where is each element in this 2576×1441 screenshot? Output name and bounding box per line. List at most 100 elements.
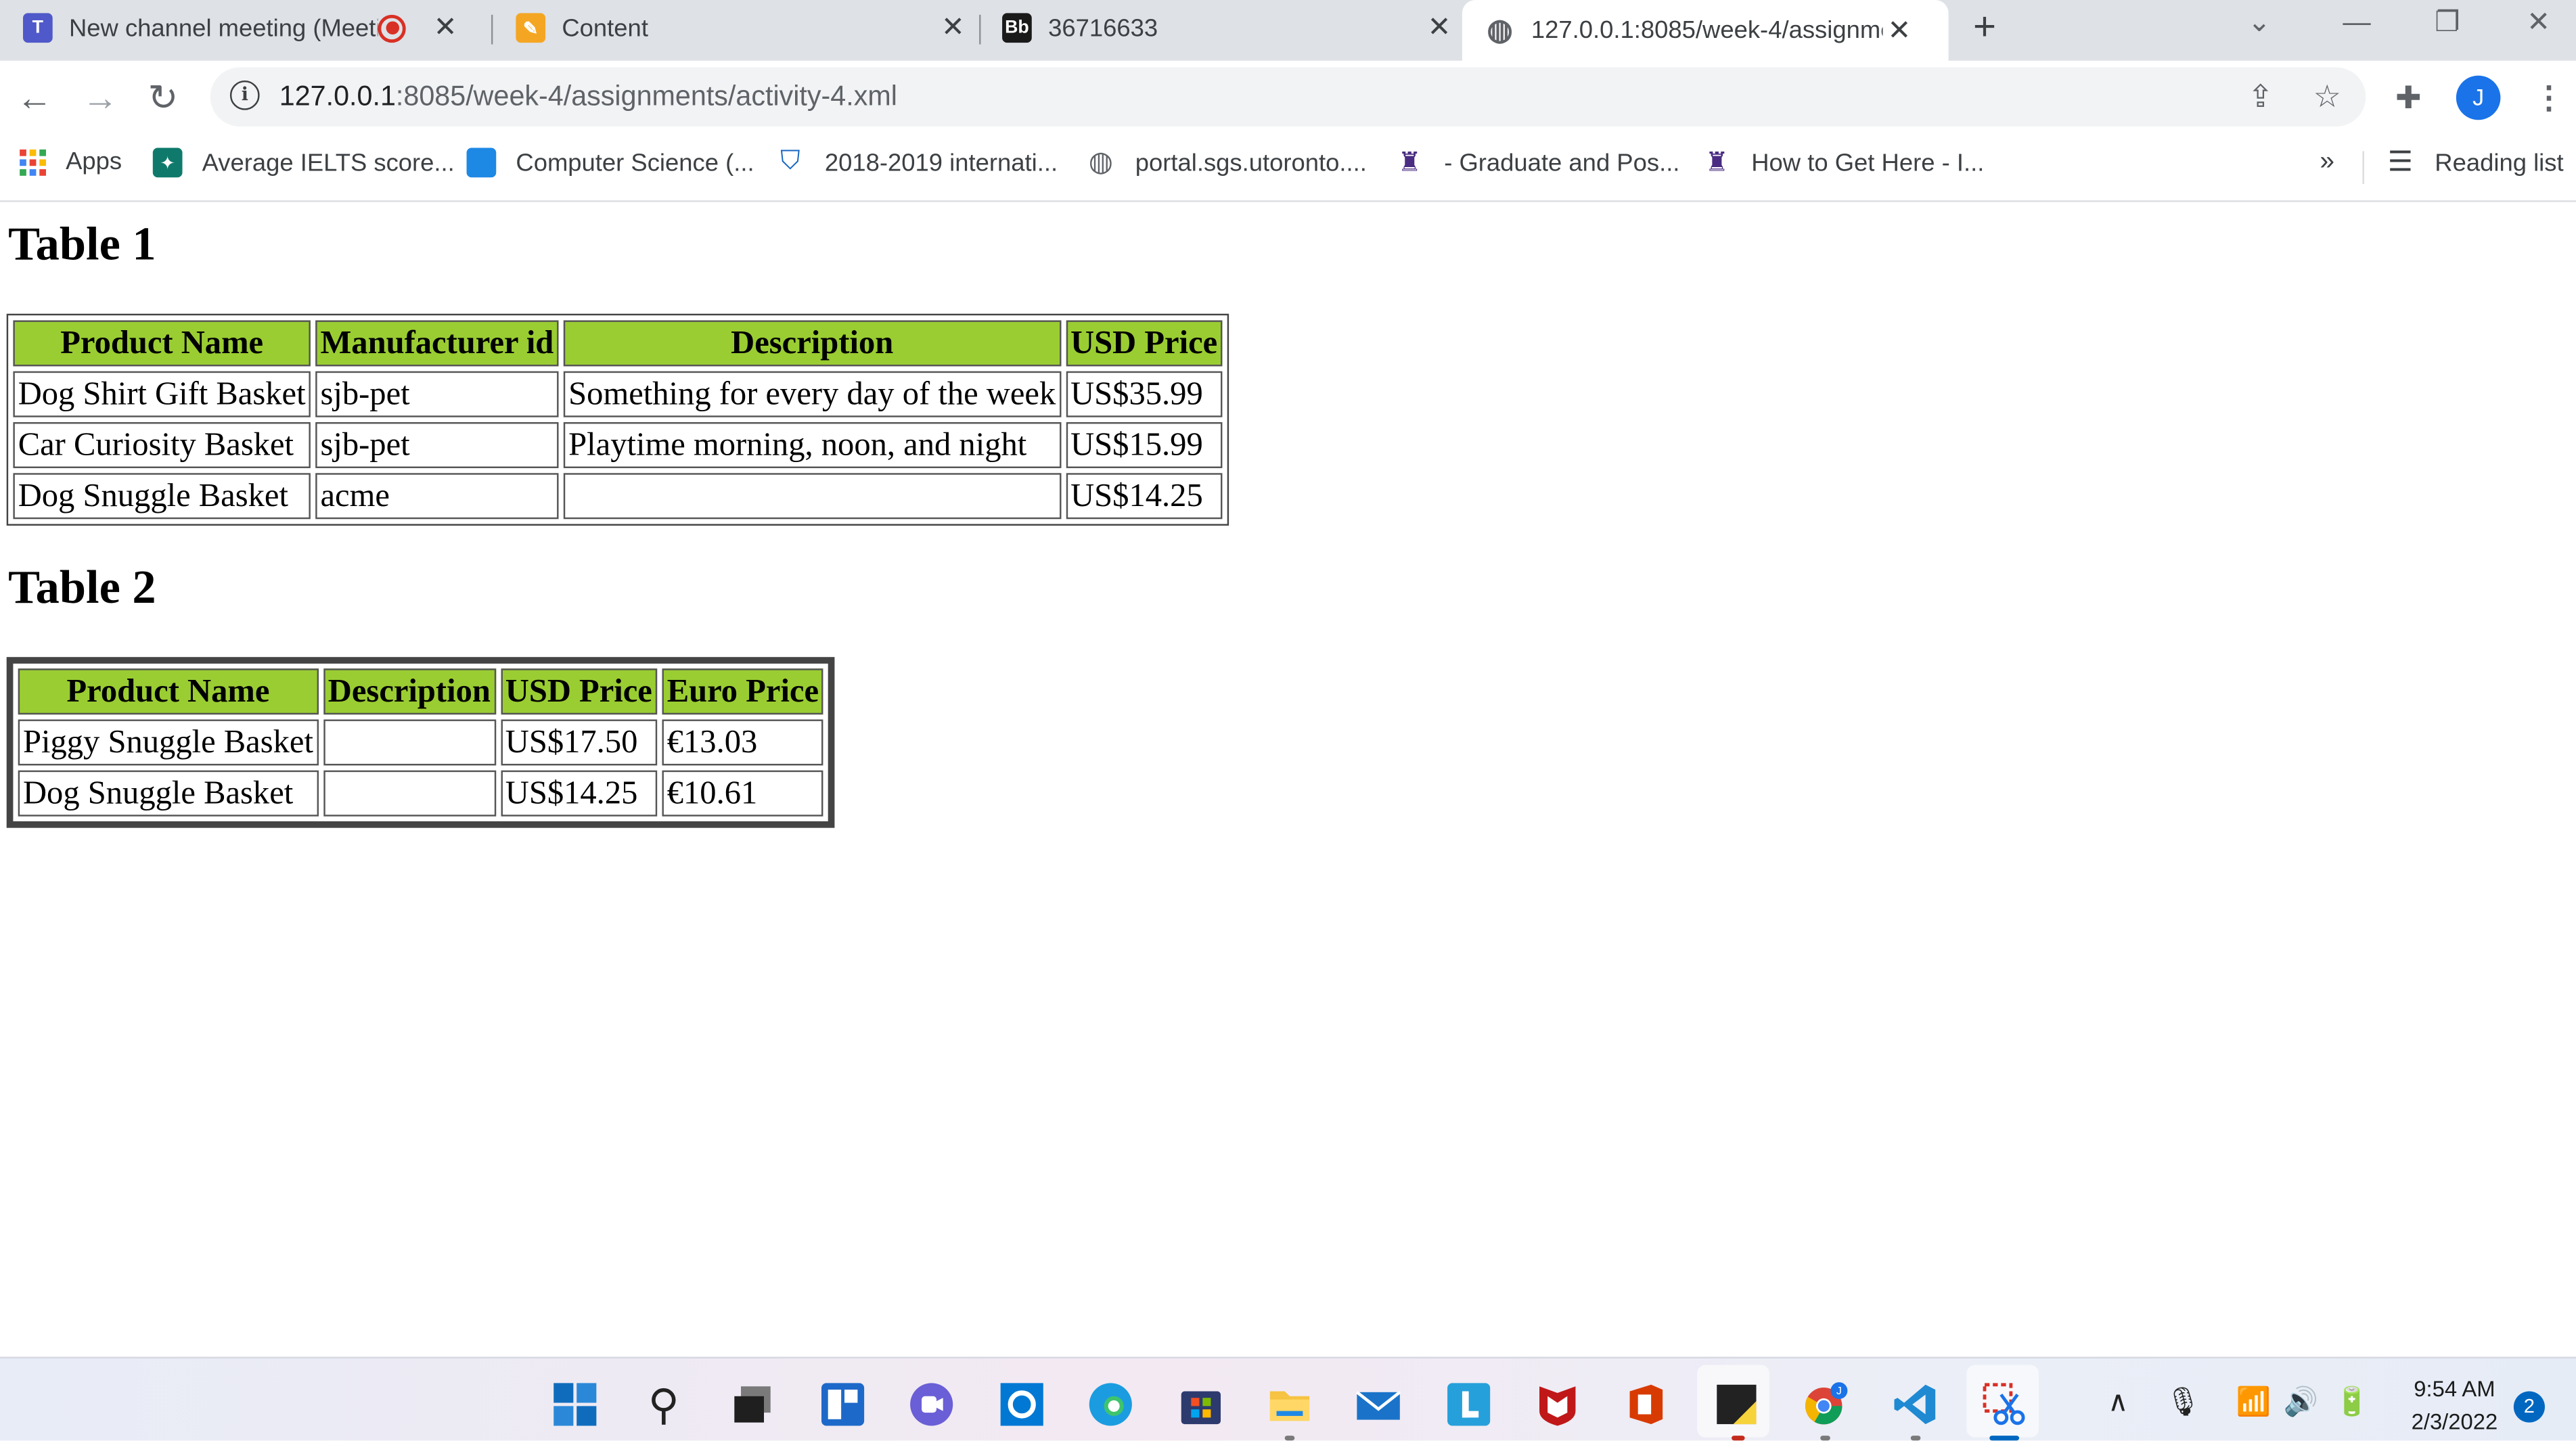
table-cell: US$14.25 bbox=[500, 770, 658, 817]
reading-list-label: Reading list bbox=[2435, 148, 2564, 177]
forward-button[interactable]: → bbox=[82, 77, 118, 120]
snipping-tool-icon[interactable] bbox=[1981, 1381, 2027, 1427]
bookmark-computer-science[interactable]: Computer Science (... bbox=[466, 147, 754, 178]
wifi-icon[interactable]: 📶 bbox=[2236, 1386, 2271, 1419]
microsoft-store-icon[interactable] bbox=[1178, 1381, 1224, 1427]
task-view-icon[interactable] bbox=[729, 1381, 775, 1427]
crest-icon: ♜ bbox=[1702, 147, 1732, 178]
svg-text:J: J bbox=[1836, 1386, 1842, 1397]
restore-button[interactable]: ❐ bbox=[2435, 7, 2460, 40]
microphone-icon[interactable]: 🎙 bbox=[2165, 1386, 2200, 1419]
reading-list-button[interactable]: ☰ Reading list bbox=[2385, 146, 2564, 178]
bookmark-label: Computer Science (... bbox=[516, 148, 754, 177]
close-tab-icon[interactable]: ✕ bbox=[1882, 14, 1916, 47]
table-cell: US$15.99 bbox=[1065, 421, 1223, 468]
tab-content[interactable]: ✎ Content ✕ bbox=[493, 0, 969, 56]
bookmark-star-icon[interactable]: ☆ bbox=[2313, 79, 2341, 117]
chrome-shape: J bbox=[1805, 1382, 1848, 1425]
chat-icon[interactable] bbox=[909, 1381, 955, 1427]
address-bar[interactable]: i 127.0.0.1:8085/week-4/assignments/acti… bbox=[210, 67, 2366, 127]
crest-icon: ♜ bbox=[1395, 147, 1425, 178]
table-cell: Dog Snuggle Basket bbox=[13, 473, 311, 520]
widgets-shape bbox=[821, 1383, 865, 1426]
table-cell: Piggy Snuggle Basket bbox=[18, 719, 319, 766]
cortana-shape bbox=[1000, 1383, 1043, 1426]
office-icon[interactable] bbox=[1623, 1381, 1669, 1427]
table-header-row: Product Name Manufacturer id Description… bbox=[13, 320, 1223, 367]
tab-teams-meeting[interactable]: T New channel meeting (Meeting) ✕ bbox=[0, 0, 483, 56]
close-tab-icon[interactable]: ✕ bbox=[429, 12, 462, 45]
tab-search-icon[interactable]: ⌄ bbox=[2248, 7, 2272, 40]
volume-icon[interactable]: 🔊 bbox=[2284, 1386, 2318, 1419]
reading-list-icon: ☰ bbox=[2385, 146, 2416, 178]
table-cell: sjb-pet bbox=[315, 371, 559, 417]
extensions-icon[interactable]: ✚ bbox=[2395, 81, 2422, 118]
sticky-notes-icon[interactable] bbox=[1713, 1381, 1759, 1427]
clock-date: 2/3/2022 bbox=[2411, 1409, 2498, 1434]
table-cell bbox=[563, 473, 1061, 520]
table-cell: US$14.25 bbox=[1065, 473, 1223, 520]
bookmark-how-to-get-here[interactable]: ♜ How to Get Here - I... bbox=[1702, 147, 1984, 178]
table-row: Dog Snuggle Basket US$14.25 €10.61 bbox=[18, 770, 824, 817]
reload-button[interactable]: ↻ bbox=[148, 77, 179, 120]
show-hidden-icons-button[interactable]: ∧ bbox=[2108, 1386, 2128, 1419]
bookmark-graduate[interactable]: ♜ - Graduate and Pos... bbox=[1395, 147, 1680, 178]
file-explorer-icon[interactable] bbox=[1267, 1381, 1313, 1427]
notification-badge[interactable]: 2 bbox=[2513, 1391, 2545, 1423]
site-info-icon[interactable]: i bbox=[229, 80, 260, 110]
screen: T New channel meeting (Meeting) ✕ ✎ Cont… bbox=[0, 0, 2576, 1441]
menu-icon[interactable]: ⋮ bbox=[2533, 81, 2564, 118]
bookmark-label: - Graduate and Pos... bbox=[1444, 148, 1680, 177]
system-clock[interactable]: 9:54 AM 2/3/2022 bbox=[2391, 1373, 2518, 1439]
close-tab-icon[interactable]: ✕ bbox=[1423, 12, 1456, 45]
battery-icon[interactable]: 🔋 bbox=[2334, 1386, 2369, 1419]
mcafee-icon[interactable] bbox=[1535, 1381, 1581, 1427]
table-cell: €13.03 bbox=[662, 719, 824, 766]
table-cell bbox=[323, 719, 496, 766]
chrome-icon[interactable]: J bbox=[1803, 1381, 1849, 1427]
tab-title: Content bbox=[562, 14, 648, 42]
l-app-icon[interactable] bbox=[1446, 1381, 1492, 1427]
bookmark-apps[interactable]: Apps bbox=[20, 148, 122, 176]
edge-icon[interactable] bbox=[1087, 1381, 1133, 1427]
store-shape bbox=[1181, 1391, 1221, 1425]
start-button[interactable] bbox=[552, 1381, 598, 1427]
close-window-button[interactable]: ✕ bbox=[2527, 7, 2550, 40]
close-tab-icon[interactable]: ✕ bbox=[936, 12, 970, 45]
table1-heading: Table 1 bbox=[8, 218, 156, 271]
mail-icon[interactable] bbox=[1355, 1381, 1401, 1427]
chat-shape bbox=[910, 1383, 953, 1426]
column-header: Euro Price bbox=[662, 668, 824, 715]
url-path: :8085/week-4/assignments/activity-4.xml bbox=[395, 80, 897, 112]
tab-active-localhost[interactable]: ◍ 127.0.0.1:8085/week-4/assignme ✕ bbox=[1462, 0, 1949, 61]
profile-avatar[interactable]: J bbox=[2456, 75, 2501, 120]
square-icon bbox=[466, 147, 497, 178]
tab-title: New channel meeting (Meeting) bbox=[68, 14, 378, 42]
windows-taskbar: ⚲ J ∧ 🎙 📶 🔊 🔋 9:54 AM 2/3/2022 2 bbox=[0, 1356, 2576, 1441]
back-button[interactable]: ← bbox=[16, 77, 52, 120]
vscode-icon[interactable] bbox=[1893, 1381, 1939, 1427]
search-icon[interactable]: ⚲ bbox=[641, 1379, 687, 1428]
share-icon[interactable]: ⇪ bbox=[2248, 79, 2274, 117]
tab-title: 36716633 bbox=[1048, 14, 1158, 42]
widgets-icon[interactable] bbox=[820, 1381, 866, 1427]
minimize-button[interactable]: — bbox=[2343, 7, 2370, 40]
bookmark-ielts[interactable]: ✦ Average IELTS score... bbox=[152, 147, 455, 178]
bookmark-sgs-portal[interactable]: ◍ portal.sgs.utoronto.... bbox=[1085, 146, 1367, 178]
clock-time: 9:54 AM bbox=[2414, 1376, 2495, 1402]
url-text[interactable]: 127.0.0.1:8085/week-4/assignments/activi… bbox=[279, 81, 897, 114]
table-cell: Car Curiosity Basket bbox=[13, 421, 311, 468]
table-cell: Playtime morning, noon, and night bbox=[563, 421, 1061, 468]
new-tab-button[interactable]: + bbox=[1973, 5, 1996, 51]
table-row: Car Curiosity Basket sjb-pet Playtime mo… bbox=[13, 421, 1223, 468]
bookmark-label: portal.sgs.utoronto.... bbox=[1135, 148, 1367, 177]
bookmark-international[interactable]: ⛉ 2018-2019 internati... bbox=[775, 147, 1058, 178]
table-cell: Something for every day of the week bbox=[563, 371, 1061, 417]
tab-blackboard[interactable]: Bb 36716633 ✕ bbox=[979, 0, 1455, 56]
cortana-icon[interactable] bbox=[999, 1381, 1045, 1427]
bookmarks-overflow-button[interactable]: » bbox=[2320, 148, 2334, 178]
column-header: Manufacturer id bbox=[315, 320, 559, 367]
browser-toolbar: ← → ↻ i 127.0.0.1:8085/week-4/assignment… bbox=[0, 60, 2576, 135]
vscode-shape bbox=[1894, 1384, 1936, 1425]
table2-heading: Table 2 bbox=[8, 562, 156, 615]
